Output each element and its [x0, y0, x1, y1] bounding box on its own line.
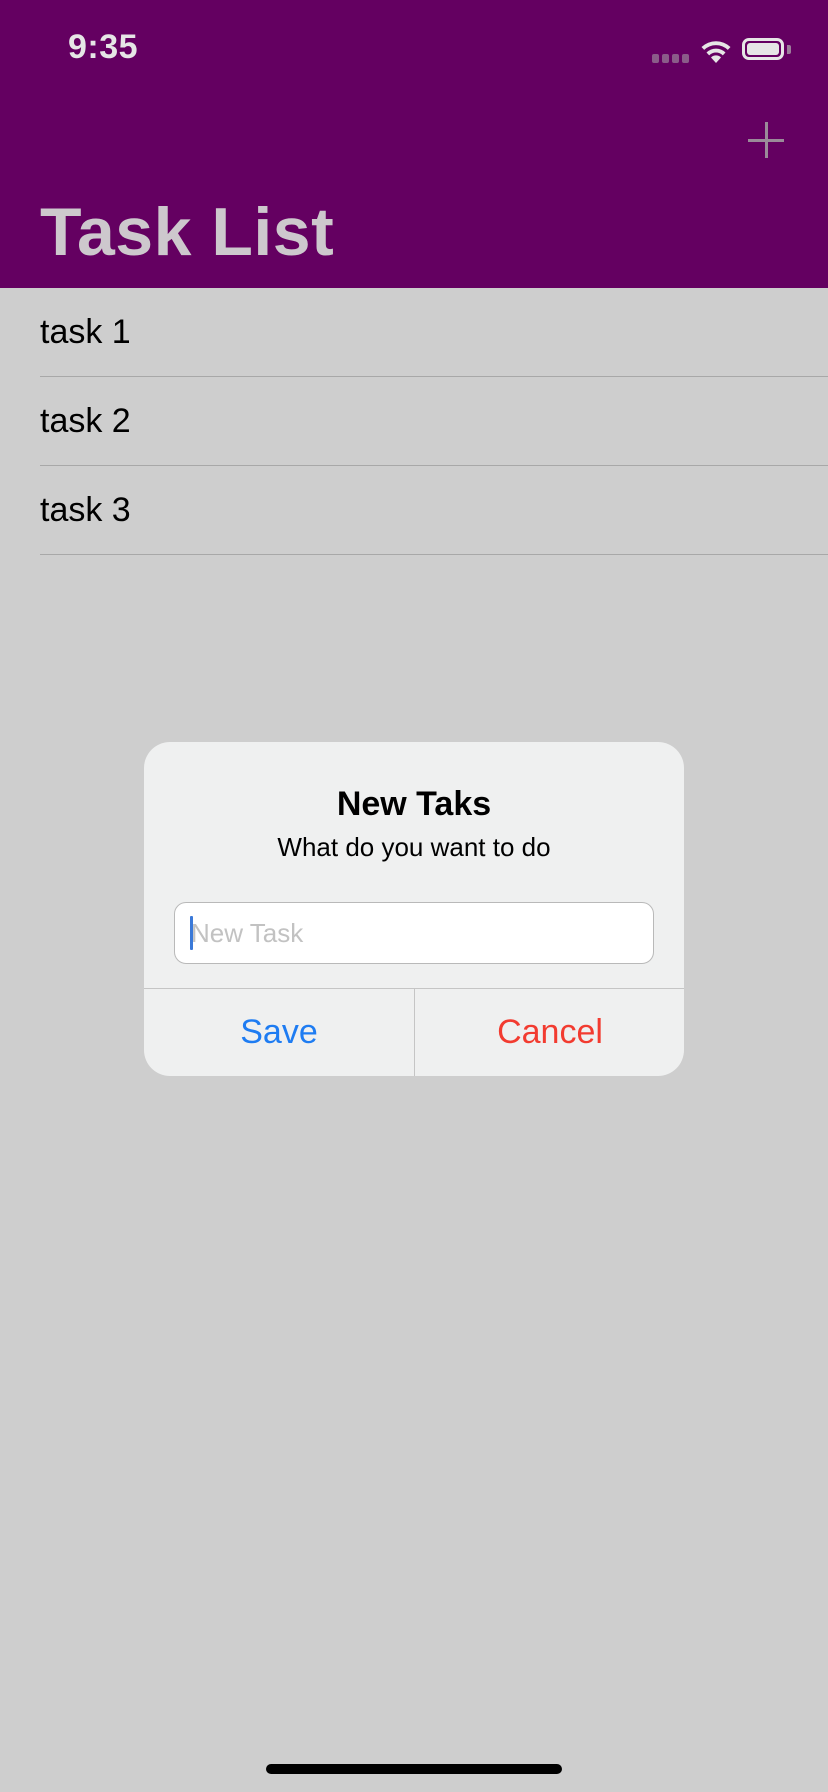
- alert-title: New Taks: [336, 785, 492, 823]
- cellular-signal-icon: [652, 54, 690, 64]
- battery-icon: [742, 38, 784, 60]
- text-cursor: [190, 916, 193, 950]
- new-task-input[interactable]: [174, 902, 654, 964]
- alert-message: What do you want to do: [277, 832, 551, 862]
- cancel-button[interactable]: Cancel: [415, 989, 684, 1076]
- page-title: Task List: [40, 194, 335, 270]
- task-row[interactable]: task 2: [0, 377, 828, 466]
- add-task-button[interactable]: [748, 122, 784, 158]
- new-task-alert: New Taks What do you want to do Save Can…: [144, 742, 684, 1076]
- wifi-icon: [701, 41, 731, 63]
- task-row[interactable]: task 1: [0, 288, 828, 377]
- task-row[interactable]: task 3: [0, 466, 828, 555]
- battery-tip: [787, 45, 791, 54]
- home-indicator[interactable]: [266, 1764, 562, 1774]
- status-bar-time: 9:35: [68, 28, 139, 66]
- task-label: task 3: [40, 491, 131, 529]
- save-button[interactable]: Save: [144, 989, 414, 1076]
- navigation-bar: 9:35 Task List: [0, 0, 828, 288]
- task-label: task 2: [40, 402, 131, 440]
- row-divider: [40, 554, 828, 555]
- task-label: task 1: [40, 313, 131, 351]
- task-list: task 1 task 2 task 3: [0, 288, 828, 555]
